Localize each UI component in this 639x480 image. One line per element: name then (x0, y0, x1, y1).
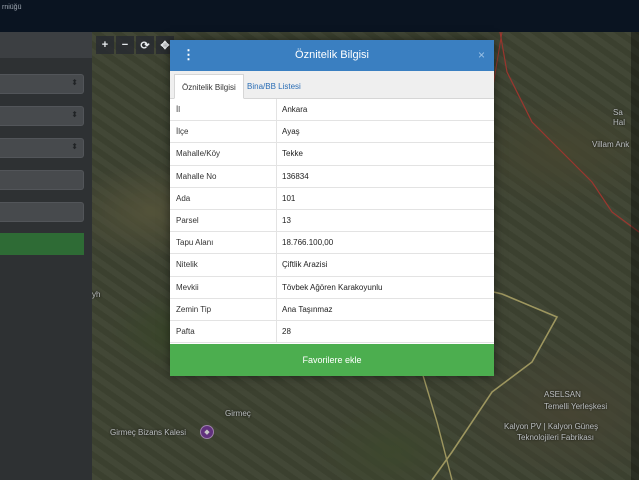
row-value: 28 (282, 326, 291, 336)
table-row: Tapu Alanı 18.766.100,00 (170, 232, 494, 255)
table-row: Zemin Tip Ana Taşınmaz (170, 298, 494, 321)
map-label-hal: Hal (613, 118, 626, 127)
map-toolbar: + − ⟳ ✥ (96, 36, 174, 54)
row-key: Mahalle No (176, 171, 217, 181)
tab-building-list[interactable]: Bina/BB Listesi (240, 74, 308, 99)
district-boundary (499, 32, 639, 233)
map-label-aselsan: ASELSAN (544, 390, 581, 399)
row-key: İl (176, 105, 180, 114)
row-key: Mevkii (176, 282, 199, 292)
dialog-header: ⋮ Öznitelik Bilgisi × (170, 40, 494, 71)
row-key: Tapu Alanı (176, 238, 214, 248)
refresh-button[interactable]: ⟳ (136, 36, 154, 54)
chevron-updown-icon: ⬍ (71, 142, 78, 151)
row-key: Nitelik (176, 260, 198, 270)
chevron-updown-icon: ⬍ (71, 78, 78, 87)
map-label-yh: yh (92, 290, 101, 299)
parcel-boundary-2 (421, 371, 453, 480)
row-value: Ankara (282, 105, 308, 114)
map-label-fabrikasi: Teknolojileri Fabrikası (517, 433, 594, 442)
attribute-info-dialog: ⋮ Öznitelik Bilgisi × Öznitelik Bilgisi … (170, 40, 494, 376)
table-row: Parsel 13 (170, 209, 494, 233)
neighborhood-select[interactable]: ⬍ (0, 138, 84, 158)
row-key: Parsel (176, 215, 199, 225)
province-select[interactable]: ⬍ (0, 74, 84, 94)
side-panel-header (0, 32, 92, 58)
chevron-updown-icon: ⬍ (71, 110, 78, 119)
attribute-table: İl Ankara İlçe Ayaş Mahalle/Köy Tekke Mahal… (170, 99, 494, 344)
table-row: Ada 101 (170, 187, 494, 210)
map-label-girmec: Girmeç (225, 409, 251, 418)
row-key: İlçe (176, 127, 189, 137)
row-value: 18.766.100,00 (282, 238, 334, 248)
map-label-girmec-kalesi: Girmeç Bizans Kalesi (110, 428, 187, 437)
row-value: 13 (282, 215, 291, 225)
dialog-tabs: Öznitelik Bilgisi Bina/BB Listesi (170, 71, 494, 99)
landmark-pin-icon[interactable]: ◆ (200, 425, 214, 439)
district-select[interactable]: ⬍ (0, 106, 84, 126)
tab-attribute-info[interactable]: Öznitelik Bilgisi (174, 74, 244, 99)
row-key: Mahalle/Köy (176, 149, 221, 159)
row-value: 136834 (282, 171, 309, 181)
row-value: 101 (282, 193, 296, 203)
table-row: Mahalle/Köy Tekke (170, 143, 494, 166)
row-key: Ada (176, 193, 191, 203)
table-row: Mevkii Tövbek Ağören Karakoyunlu (170, 276, 494, 299)
zoom-in-button[interactable]: + (96, 36, 114, 54)
row-key: Zemin Tip (176, 304, 212, 314)
row-value: Ana Taşınmaz (282, 304, 333, 314)
map-label-yerleskesi: Temelli Yerleşkesi (544, 402, 608, 411)
table-row: İl Ankara (170, 99, 494, 122)
zoom-out-button[interactable]: − (116, 36, 134, 54)
row-value: Tövbek Ağören Karakoyunlu (282, 282, 383, 292)
block-input[interactable] (0, 170, 84, 190)
table-row: Mahalle No 136834 (170, 165, 494, 188)
search-side-panel: ⬍ ⬍ ⬍ (0, 32, 92, 480)
right-panel-edge (631, 32, 639, 480)
map-label-villam: Villam Ank (592, 140, 630, 149)
table-row: Nitelik Çiftlik Arazisi (170, 254, 494, 277)
close-icon[interactable]: × (478, 47, 485, 63)
row-key: Pafta (176, 326, 195, 336)
parcel-input[interactable] (0, 202, 84, 222)
top-bar: rniüğü (0, 0, 639, 32)
row-value: Tekke (282, 149, 303, 159)
row-value: Çiftlik Arazisi (282, 260, 328, 270)
dialog-title: Öznitelik Bilgisi (295, 49, 369, 61)
table-row: İlçe Ayaş (170, 121, 494, 144)
map-label-sa: Sa (613, 108, 623, 117)
app-brand: rniüğü (2, 4, 22, 11)
add-to-favorites-button[interactable]: Favorilere ekle (170, 344, 494, 376)
row-value: Ayaş (282, 127, 300, 137)
search-button[interactable] (0, 233, 84, 255)
map-label-kalyon: Kalyon PV | Kalyon Güneş (504, 422, 599, 431)
table-row: Pafta 28 (170, 320, 494, 344)
